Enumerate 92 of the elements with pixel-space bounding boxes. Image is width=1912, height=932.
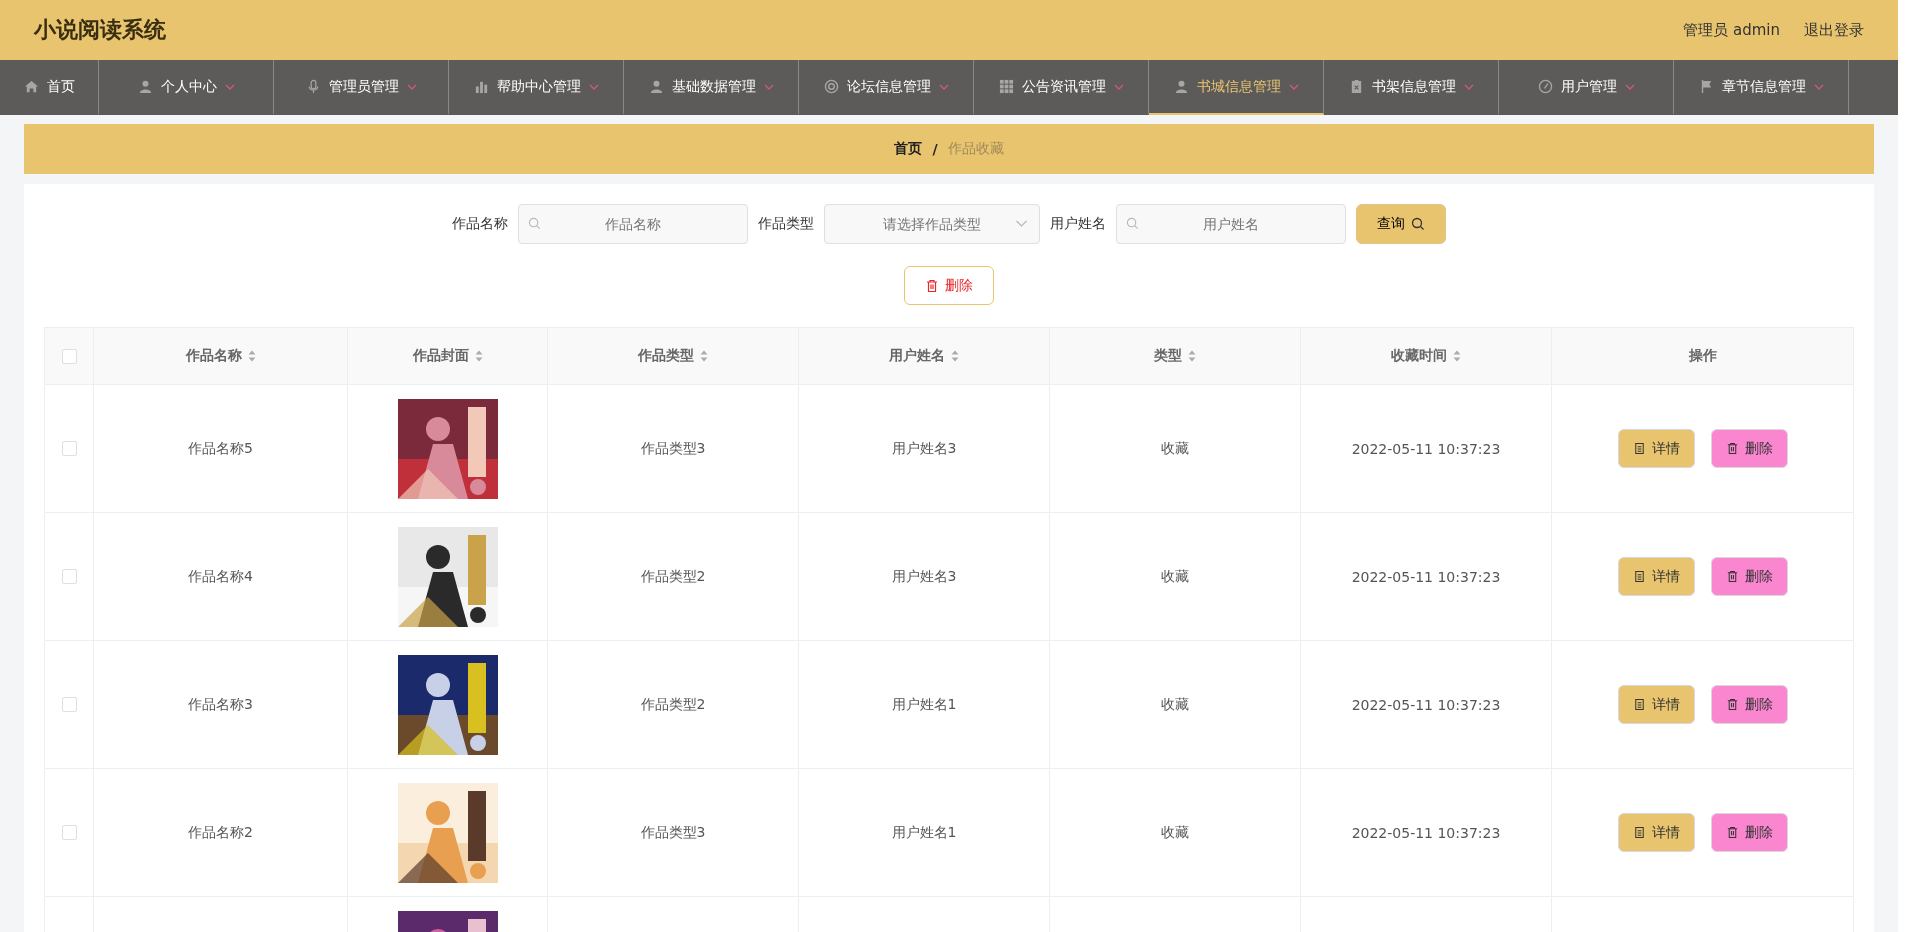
sort-icon[interactable] <box>951 350 959 362</box>
table-cell: 作品类型3 <box>640 823 706 842</box>
nav-tab[interactable]: 基础数据管理 <box>624 60 799 115</box>
person-icon <box>648 79 664 94</box>
delete-button[interactable]: 删除 <box>1710 813 1788 852</box>
column-header: 类型 <box>1154 347 1182 365</box>
document-icon <box>1632 442 1646 455</box>
column-header: 作品类型 <box>638 347 694 365</box>
search-icon <box>1411 217 1425 231</box>
nav-tab[interactable]: 用户管理 <box>1499 60 1674 115</box>
bar-chart-icon <box>473 79 489 94</box>
document-icon <box>1632 698 1646 711</box>
table-cell: 作品名称3 <box>188 695 253 714</box>
app-title: 小说阅读系统 <box>34 16 166 44</box>
nav-tab[interactable]: 章节信息管理 <box>1674 60 1849 115</box>
search-icon <box>1126 217 1139 230</box>
delete-button[interactable]: 删除 <box>1710 557 1788 596</box>
column-header: 用户姓名 <box>889 347 945 365</box>
sort-icon[interactable] <box>247 350 256 362</box>
column-header: 操作 <box>1688 347 1717 365</box>
table-cell: 作品名称2 <box>188 823 253 842</box>
table-cell: 作品名称4 <box>188 567 253 586</box>
table-cell: 收藏 <box>1161 823 1189 842</box>
table-cell: 收藏 <box>1161 567 1189 586</box>
nav-tab[interactable]: 管理员管理 <box>274 60 449 115</box>
table-cell: 2022-05-11 10:37:23 <box>1351 568 1501 585</box>
table-cell: 用户姓名3 <box>891 567 957 586</box>
table-cell: 作品名称5 <box>188 439 253 458</box>
table-cell: 2022-05-11 10:37:23 <box>1351 824 1501 841</box>
logout-link[interactable]: 退出登录 <box>1804 20 1864 40</box>
select-all-checkbox[interactable] <box>61 348 77 364</box>
nav-tab[interactable]: 公告资讯管理 <box>974 60 1149 115</box>
nav-tab[interactable]: 个人中心 <box>99 60 274 115</box>
breadcrumb-link[interactable]: 首页 <box>894 140 923 158</box>
person-icon <box>1173 79 1189 94</box>
table-cell: 用户姓名1 <box>891 695 957 714</box>
query-button[interactable]: 查询 <box>1356 204 1446 244</box>
search-field[interactable]: 用户姓名 <box>1116 204 1346 244</box>
table-cell: 2022-05-11 10:37:23 <box>1351 696 1501 713</box>
nav-tab[interactable]: 书城信息管理 <box>1149 60 1324 115</box>
detail-button[interactable]: 详情 <box>1617 429 1695 468</box>
breadcrumb-current: 作品收藏 <box>947 140 1004 158</box>
select-field[interactable]: 请选择作品类型 <box>824 204 1040 244</box>
document-icon <box>1632 570 1646 583</box>
compass-icon <box>1537 79 1553 94</box>
row-checkbox[interactable] <box>61 441 77 456</box>
trash-icon <box>1725 698 1739 711</box>
row-checkbox[interactable] <box>61 825 77 840</box>
nav-tab[interactable]: 书架信息管理 <box>1324 60 1499 115</box>
column-header: 作品名称 <box>185 347 242 365</box>
table-cell: 作品类型2 <box>640 567 706 586</box>
detail-button[interactable]: 详情 <box>1617 557 1695 596</box>
person-icon <box>137 79 153 94</box>
nav-tab[interactable]: 论坛信息管理 <box>799 60 974 115</box>
table-cell: 收藏 <box>1161 439 1189 458</box>
column-header: 作品封面 <box>412 347 469 365</box>
table-cell: 作品类型3 <box>640 439 706 458</box>
search-field[interactable]: 作品名称 <box>518 204 748 244</box>
table-cell: 用户姓名3 <box>891 439 957 458</box>
chevron-down-icon <box>1015 220 1028 228</box>
document-icon <box>1632 826 1646 839</box>
breadcrumb-separator: / <box>932 141 938 157</box>
sort-icon[interactable] <box>474 350 483 362</box>
column-header: 收藏时间 <box>1391 347 1447 365</box>
delete-button[interactable]: 删除 <box>1710 685 1788 724</box>
filter-label: 作品名称 <box>452 215 508 233</box>
delete-button[interactable]: 删除 <box>1710 429 1788 468</box>
delete-button[interactable]: 删除 <box>904 266 994 305</box>
filter-label: 用户姓名 <box>1050 215 1106 233</box>
trash-icon <box>1725 826 1739 839</box>
filter-label: 作品类型 <box>758 215 814 233</box>
home-icon <box>23 79 39 94</box>
table-cell: 2022-05-11 10:37:23 <box>1351 440 1501 457</box>
row-checkbox[interactable] <box>61 697 77 712</box>
sort-icon[interactable] <box>1453 350 1461 362</box>
grid-icon <box>998 79 1014 94</box>
trash-icon <box>925 278 939 293</box>
ring-icon <box>823 79 839 94</box>
detail-button[interactable]: 详情 <box>1617 685 1695 724</box>
sort-icon[interactable] <box>1188 350 1196 362</box>
row-checkbox[interactable] <box>61 569 77 584</box>
trash-icon <box>1725 442 1739 455</box>
search-icon <box>528 217 541 230</box>
user-label: 管理员 admin <box>1683 20 1780 40</box>
detail-button[interactable]: 详情 <box>1617 813 1695 852</box>
sort-icon[interactable] <box>700 350 708 362</box>
nav-tab[interactable]: 帮助中心管理 <box>449 60 624 115</box>
table-cell: 收藏 <box>1161 695 1189 714</box>
table-cell: 作品类型2 <box>640 695 706 714</box>
table-cell: 用户姓名1 <box>891 823 957 842</box>
nav-tab[interactable]: 首页 <box>0 60 99 115</box>
trash-icon <box>1725 570 1739 583</box>
